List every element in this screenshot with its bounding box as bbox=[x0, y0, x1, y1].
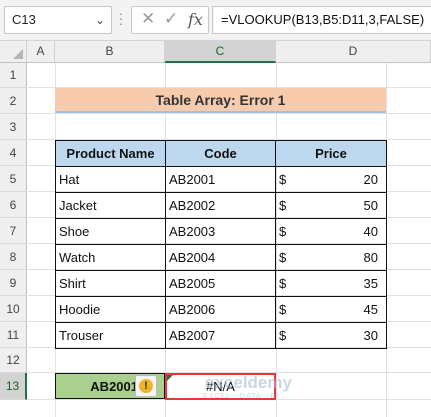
code-cell[interactable]: AB2007 bbox=[165, 322, 276, 349]
warning-icon: ! bbox=[139, 379, 153, 393]
currency-symbol: $ bbox=[279, 276, 287, 291]
product-name-cell[interactable]: Hoodie bbox=[55, 296, 166, 323]
formula-input[interactable]: =VLOOKUP(B13,B5:D11,3,FALSE) bbox=[212, 6, 431, 34]
row-header-12[interactable]: 12 bbox=[0, 348, 27, 373]
formula-buttons: ✕ ✓ fx bbox=[131, 6, 209, 34]
header-code[interactable]: Code bbox=[165, 140, 276, 167]
code-cell[interactable]: AB2006 bbox=[165, 296, 276, 323]
currency-symbol: $ bbox=[279, 224, 287, 239]
price-cell[interactable]: $20 bbox=[275, 166, 387, 193]
price-cell[interactable]: $50 bbox=[275, 192, 387, 219]
code-cell[interactable]: AB2001 bbox=[165, 166, 276, 193]
product-table: Product Name Code Price Hat AB2001 $20 J… bbox=[55, 140, 387, 349]
price-value: 50 bbox=[363, 198, 378, 213]
product-name-cell[interactable]: Jacket bbox=[55, 192, 166, 219]
price-value: 40 bbox=[363, 224, 378, 239]
currency-symbol: $ bbox=[279, 328, 287, 343]
row-header-8[interactable]: 8 bbox=[0, 244, 27, 270]
price-value: 80 bbox=[363, 250, 378, 265]
table-row: Trouser AB2007 $30 bbox=[55, 322, 387, 349]
close-icon[interactable]: ✕ bbox=[141, 9, 155, 29]
select-all-corner[interactable] bbox=[0, 41, 27, 63]
row-header-1[interactable]: 1 bbox=[0, 63, 27, 88]
row-header-6[interactable]: 6 bbox=[0, 192, 27, 218]
row-header-13[interactable]: 13 bbox=[0, 373, 27, 400]
price-cell[interactable]: $80 bbox=[275, 244, 387, 271]
row-header-11[interactable]: 11 bbox=[0, 322, 27, 348]
code-cell[interactable]: AB2005 bbox=[165, 270, 276, 297]
row-header-9[interactable]: 9 bbox=[0, 270, 27, 296]
chevron-down-icon[interactable]: ⌄ bbox=[95, 7, 105, 33]
row-header-2[interactable]: 2 bbox=[0, 88, 27, 114]
table-row: Hoodie AB2006 $45 bbox=[55, 296, 387, 323]
error-indicator-icon bbox=[167, 375, 173, 381]
error-warning-button[interactable]: ! bbox=[135, 375, 157, 397]
formula-bar-area: C13 ⌄ · · · ✕ ✓ fx =VLOOKUP(B13,B5:D11,3,F… bbox=[0, 0, 431, 41]
table-row: Jacket AB2002 $50 bbox=[55, 192, 387, 219]
price-value: 30 bbox=[363, 328, 378, 343]
table-row: Shoe AB2003 $40 bbox=[55, 218, 387, 245]
table-row: Shirt AB2005 $35 bbox=[55, 270, 387, 297]
price-cell[interactable]: $30 bbox=[275, 322, 387, 349]
name-box-value: C13 bbox=[12, 12, 36, 27]
product-name-cell[interactable]: Shirt bbox=[55, 270, 166, 297]
table-row: Hat AB2001 $20 bbox=[55, 166, 387, 193]
currency-symbol: $ bbox=[279, 172, 287, 187]
column-header-a[interactable]: A bbox=[27, 41, 55, 63]
code-cell[interactable]: AB2002 bbox=[165, 192, 276, 219]
header-price[interactable]: Price bbox=[275, 140, 387, 167]
product-name-cell[interactable]: Watch bbox=[55, 244, 166, 271]
check-icon[interactable]: ✓ bbox=[164, 9, 178, 29]
currency-symbol: $ bbox=[279, 302, 287, 317]
row-header-7[interactable]: 7 bbox=[0, 218, 27, 244]
product-name-cell[interactable]: Trouser bbox=[55, 322, 166, 349]
price-cell[interactable]: $40 bbox=[275, 218, 387, 245]
column-header-d[interactable]: D bbox=[276, 41, 431, 63]
more-options-icon[interactable]: · · · bbox=[116, 6, 126, 30]
insert-function-icon[interactable]: fx bbox=[188, 10, 203, 29]
table-row: Watch AB2004 $80 bbox=[55, 244, 387, 271]
row-header-10[interactable]: 10 bbox=[0, 296, 27, 322]
code-cell[interactable]: AB2004 bbox=[165, 244, 276, 271]
sheet-title: Table Array: Error 1 bbox=[55, 88, 386, 113]
price-value: 45 bbox=[363, 302, 378, 317]
price-cell[interactable]: $45 bbox=[275, 296, 387, 323]
price-value: 35 bbox=[363, 276, 378, 291]
code-cell[interactable]: AB2003 bbox=[165, 218, 276, 245]
currency-symbol: $ bbox=[279, 198, 287, 213]
column-header-c[interactable]: C bbox=[165, 41, 276, 63]
price-value: 20 bbox=[363, 172, 378, 187]
name-box[interactable]: C13 ⌄ bbox=[4, 6, 112, 34]
product-name-cell[interactable]: Shoe bbox=[55, 218, 166, 245]
row-header-5[interactable]: 5 bbox=[0, 166, 27, 192]
column-header-b[interactable]: B bbox=[55, 41, 165, 63]
result-cell-c13[interactable]: #N/A bbox=[165, 373, 276, 400]
price-cell[interactable]: $35 bbox=[275, 270, 387, 297]
header-product-name[interactable]: Product Name bbox=[55, 140, 166, 167]
row-header-4[interactable]: 4 bbox=[0, 140, 27, 166]
product-name-cell[interactable]: Hat bbox=[55, 166, 166, 193]
currency-symbol: $ bbox=[279, 250, 287, 265]
row-header-3[interactable]: 3 bbox=[0, 114, 27, 140]
